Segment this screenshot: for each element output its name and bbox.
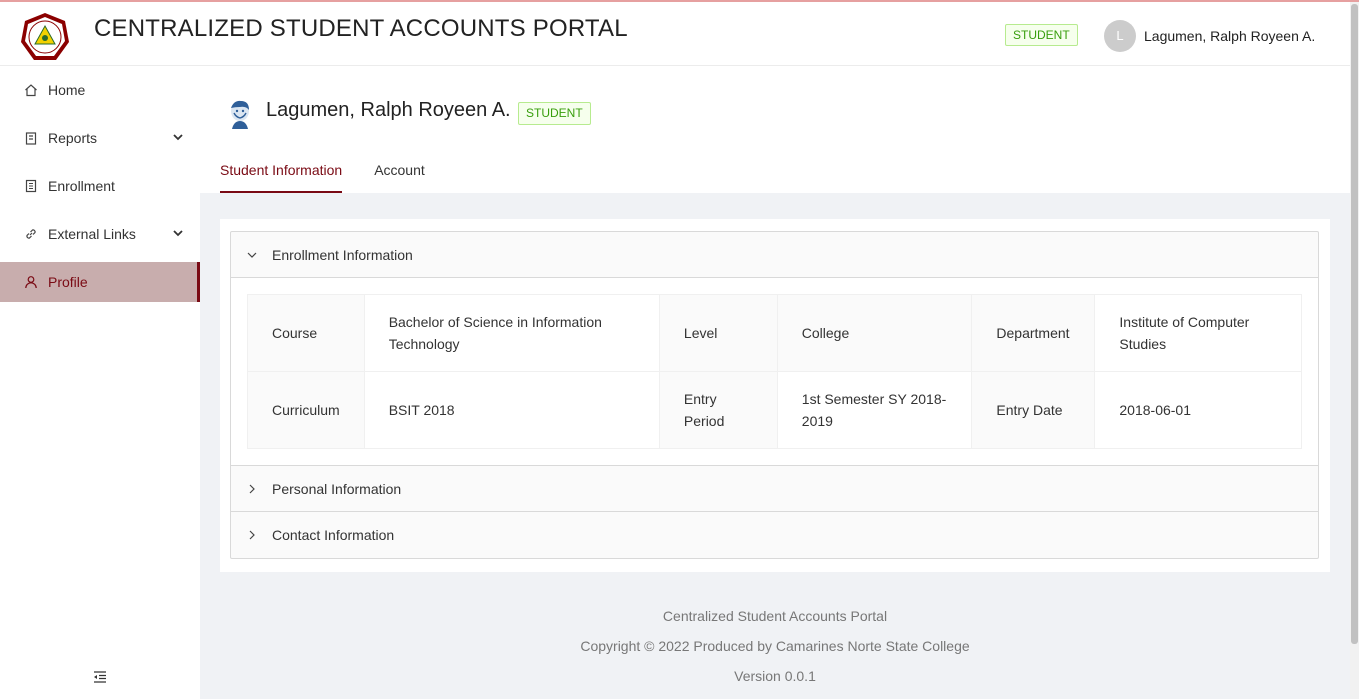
app-title: CENTRALIZED STUDENT ACCOUNTS PORTAL xyxy=(94,15,628,42)
info-collapse: Enrollment Information Course Bachelor o… xyxy=(230,231,1319,559)
table-row: Course Bachelor of Science in Informatio… xyxy=(247,294,1302,372)
panel-header-enrollment[interactable]: Enrollment Information xyxy=(231,232,1318,278)
chevron-down-icon xyxy=(173,230,183,237)
field-value: Institute of Computer Studies xyxy=(1094,294,1302,372)
link-icon xyxy=(24,227,38,241)
student-info-card: Enrollment Information Course Bachelor o… xyxy=(220,219,1330,572)
page-footer: Centralized Student Accounts Portal Copy… xyxy=(200,604,1350,694)
sidebar-item-label: Enrollment xyxy=(48,178,115,194)
sidebar-item-profile[interactable]: Profile xyxy=(0,262,200,302)
college-seal-logo xyxy=(21,13,69,60)
role-badge: STUDENT xyxy=(1005,24,1078,46)
field-label: College xyxy=(776,294,973,372)
user-avatar[interactable]: L xyxy=(1104,20,1136,52)
sidebar-item-reports[interactable]: Reports xyxy=(0,118,200,158)
user-name[interactable]: Lagumen, Ralph Royeen A. xyxy=(1144,28,1315,44)
sidebar-item-label: External Links xyxy=(48,226,136,242)
table-row: Curriculum BSIT 2018 Entry Period 1st Se… xyxy=(247,371,1302,449)
chevron-down-icon xyxy=(173,134,183,141)
field-label: Level xyxy=(658,294,778,372)
sidebar-item-home[interactable]: Home xyxy=(0,70,200,110)
field-label: Curriculum xyxy=(247,371,365,449)
chevron-right-icon xyxy=(247,484,257,494)
panel-header-personal[interactable]: Personal Information xyxy=(231,466,1318,512)
panel-title: Contact Information xyxy=(272,527,395,543)
profile-name: Lagumen, Ralph Royeen A. xyxy=(266,99,511,121)
footer-app-name: Centralized Student Accounts Portal xyxy=(662,608,888,624)
sidebar-item-label: Reports xyxy=(48,130,98,146)
enrollment-icon xyxy=(24,179,38,193)
field-value: 1st Semester SY 2018-2019 xyxy=(776,371,973,449)
top-bar: CENTRALIZED STUDENT ACCOUNTS PORTAL STUD… xyxy=(0,2,1350,66)
menu-fold-icon[interactable] xyxy=(92,670,108,684)
sidebar-item-external-links[interactable]: External Links xyxy=(0,214,200,254)
footer-copyright: Copyright © 2022 Produced by Camarines N… xyxy=(580,638,970,654)
field-value: Bachelor of Science in Information Techn… xyxy=(363,294,660,372)
enrollment-table: Course Bachelor of Science in Informatio… xyxy=(247,294,1302,449)
main-content: Lagumen, Ralph Royeen A. STUDENT Student… xyxy=(200,66,1350,699)
panel-title: Enrollment Information xyxy=(272,246,413,263)
field-value: BSIT 2018 xyxy=(363,371,660,449)
field-label: Entry Date xyxy=(971,371,1096,449)
sidebar-item-enrollment[interactable]: Enrollment xyxy=(0,166,200,206)
scrollbar-thumb[interactable] xyxy=(1351,4,1358,644)
profile-portrait-icon xyxy=(231,100,249,129)
tab-student-information[interactable]: Student Information xyxy=(220,154,343,193)
sidebar-item-label: Home xyxy=(48,82,86,98)
reports-icon xyxy=(24,131,38,145)
user-icon xyxy=(24,275,38,289)
footer-version: Version 0.0.1 xyxy=(734,668,816,684)
field-label: Course xyxy=(247,294,365,372)
chevron-down-icon xyxy=(247,250,257,260)
panel-title: Personal Information xyxy=(272,480,402,497)
field-label: Department xyxy=(971,294,1096,372)
page-scrollbar[interactable] xyxy=(1350,2,1359,699)
profile-header: Lagumen, Ralph Royeen A. STUDENT Student… xyxy=(200,66,1350,193)
sidebar: Home Reports Enrollment External Links P… xyxy=(0,66,200,699)
profile-tabs: Student Information Account xyxy=(220,154,457,193)
tab-account[interactable]: Account xyxy=(374,154,425,193)
chevron-right-icon xyxy=(247,530,257,540)
panel-body-enrollment: Course Bachelor of Science in Informatio… xyxy=(231,278,1318,466)
home-icon xyxy=(24,83,38,97)
profile-role-badge: STUDENT xyxy=(518,102,591,125)
sidebar-item-label: Profile xyxy=(48,274,88,290)
field-label: Entry Period xyxy=(658,371,778,449)
field-value: 2018-06-01 xyxy=(1094,371,1302,449)
panel-header-contact[interactable]: Contact Information xyxy=(231,512,1318,558)
